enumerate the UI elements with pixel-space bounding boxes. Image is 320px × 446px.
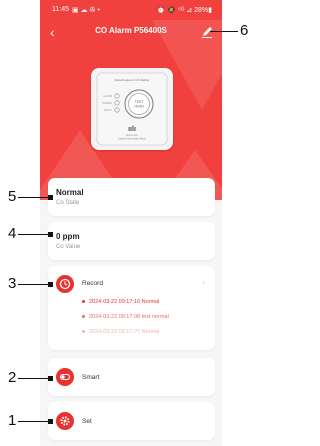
callout-line-1 bbox=[18, 421, 52, 423]
co-value-label: Co Value bbox=[56, 244, 81, 250]
annotated-screenshot: 11:45 ▣ ☁ ✇ • ⏰ 🔕 ⁵ᴳ ⊿ 28%▮ ‹ CO Alarm P… bbox=[0, 0, 256, 446]
device-top-text: Radiofrequenz CO-Melder bbox=[114, 78, 149, 82]
record-entry: 2024-03-22 09:17:10 Normal bbox=[82, 299, 159, 305]
callout-number-1: 1 bbox=[8, 412, 17, 429]
callout-line-5 bbox=[18, 197, 52, 199]
record-entry-text: 2024-03-22 09:17:10 Normal bbox=[89, 299, 160, 305]
callout-marker-2 bbox=[48, 376, 53, 381]
status-system-icons: ⏰ 🔕 ⁵ᴳ ⊿ 28%▮ bbox=[156, 7, 212, 14]
callout-number-3: 3 bbox=[8, 275, 17, 292]
callout-number-5: 5 bbox=[8, 188, 17, 205]
page-title: CO Alarm P56400S bbox=[95, 26, 167, 35]
chevron-right-icon[interactable]: › bbox=[202, 278, 205, 287]
co-alarm-device-image: Radiofrequenz CO-Melder TEST HUSH ALARM … bbox=[91, 68, 173, 150]
callout-marker-1 bbox=[48, 419, 53, 424]
nav-bar: ‹ CO Alarm P56400S bbox=[40, 22, 222, 42]
record-entry: 2024-03-22 09:17:?? Normal bbox=[82, 329, 159, 335]
device-brand: ıılı bbox=[128, 126, 136, 133]
smart-label: Smart bbox=[82, 374, 100, 381]
record-entry-text: 2024-03-22 09:17:08 test normal bbox=[89, 314, 169, 320]
callout-line-3 bbox=[18, 284, 52, 286]
status-notification-icons: ▣ ☁ ✇ • bbox=[72, 7, 100, 14]
smart-card[interactable]: Smart bbox=[48, 358, 215, 396]
callout-line-4 bbox=[18, 234, 52, 236]
status-time: 11:45 bbox=[52, 6, 69, 13]
status-bar: 11:45 ▣ ☁ ✇ • ⏰ 🔕 ⁵ᴳ ⊿ 28%▮ bbox=[40, 0, 222, 18]
record-dot bbox=[82, 330, 85, 334]
callout-marker-3 bbox=[48, 282, 53, 287]
device-indicator-label: FAULT bbox=[104, 108, 112, 112]
callout-line-6 bbox=[210, 31, 238, 33]
callout-marker-5 bbox=[48, 195, 53, 200]
record-dot bbox=[82, 300, 85, 304]
callout-number-4: 4 bbox=[8, 225, 17, 242]
device-indicator-label: POWER bbox=[102, 101, 112, 105]
set-card[interactable]: Set bbox=[48, 402, 215, 440]
gear-icon bbox=[56, 412, 74, 430]
record-entry: 2024-03-22 09:17:08 test normal bbox=[82, 314, 169, 320]
set-label: Set bbox=[82, 418, 92, 425]
co-state-label: Co State bbox=[56, 200, 80, 206]
record-card[interactable]: Record › 2024-03-22 09:17:10 Normal 2024… bbox=[48, 266, 215, 350]
record-label: Record bbox=[82, 280, 103, 287]
back-chevron-icon[interactable]: ‹ bbox=[50, 25, 64, 39]
co-value-reading: 0 ppm bbox=[56, 232, 80, 241]
record-entry-text: 2024-03-22 09:17:?? Normal bbox=[89, 329, 160, 335]
device-brand-sub-2: Carbon Monoxide Alarm bbox=[118, 137, 146, 141]
co-value-card: 0 ppm Co Value bbox=[48, 222, 215, 260]
device-illustration: Radiofrequenz CO-Melder TEST HUSH ALARM … bbox=[96, 72, 168, 146]
device-indicator-label: ALARM bbox=[103, 94, 112, 98]
device-brand-sub-1: Emos-CO bbox=[126, 133, 137, 137]
callout-marker-4 bbox=[48, 232, 53, 237]
phone-screen: 11:45 ▣ ☁ ✇ • ⏰ 🔕 ⁵ᴳ ⊿ 28%▮ ‹ CO Alarm P… bbox=[40, 0, 222, 446]
co-state-value: Normal bbox=[56, 188, 84, 197]
hero-banner: 11:45 ▣ ☁ ✇ • ⏰ 🔕 ⁵ᴳ ⊿ 28%▮ ‹ CO Alarm P… bbox=[40, 0, 222, 200]
device-button-text-1: TEST bbox=[135, 100, 144, 104]
clock-icon bbox=[56, 275, 74, 293]
smart-toggle-icon bbox=[56, 368, 74, 386]
callout-number-6: 6 bbox=[240, 22, 249, 39]
record-dot bbox=[82, 315, 85, 319]
device-button-text-2: HUSH bbox=[134, 105, 144, 109]
callout-line-2 bbox=[18, 378, 52, 380]
co-state-card: Normal Co State bbox=[48, 178, 215, 216]
callout-number-2: 2 bbox=[8, 369, 17, 386]
